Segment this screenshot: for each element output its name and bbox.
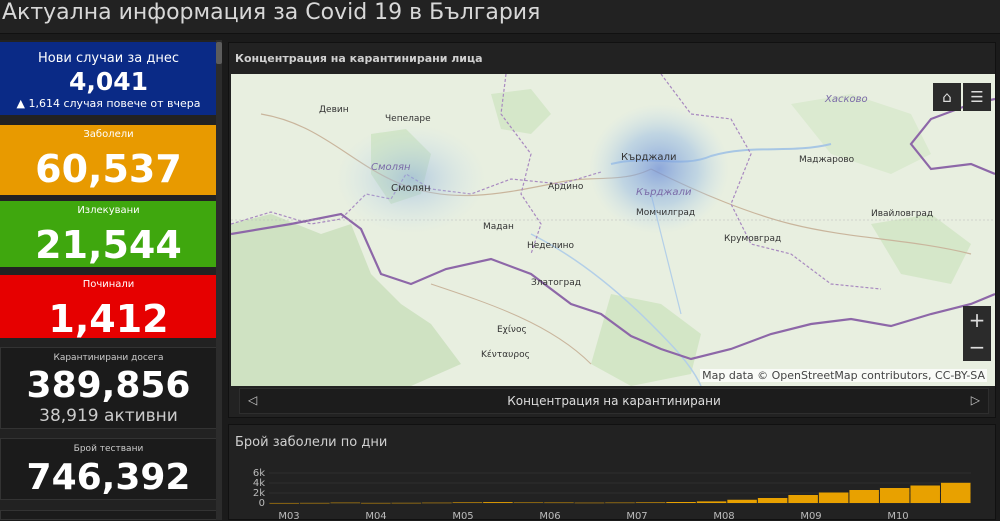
chart-bar[interactable] (788, 495, 818, 503)
chart-bar[interactable] (574, 502, 605, 504)
place-ardino: Ардино (548, 182, 584, 192)
place-momchilgrad: Момчилград (636, 208, 695, 218)
chart-bar[interactable] (940, 482, 971, 503)
carousel-next-icon[interactable]: ▷ (971, 393, 980, 407)
new-cases-value: 4,041 (68, 67, 149, 96)
chart-bar[interactable] (391, 502, 422, 504)
place-madzharovo: Маджарово (799, 155, 855, 165)
daily-chart[interactable]: 6k4k2k0 M03 M04 M05 M06 M07 M08 M09 M10 (229, 425, 997, 521)
place-zlatograd: Златоград (531, 278, 581, 288)
quarantined-value: 389,856 (26, 365, 191, 406)
zoom-out-button[interactable]: − (963, 333, 991, 361)
chart-bar[interactable] (300, 502, 330, 504)
infected-value: 60,537 (35, 147, 182, 191)
tests-value: 746,392 (26, 457, 191, 498)
deaths-label: Починали (82, 279, 135, 290)
map-carousel: ◁ Концентрация на карантинирани ▷ (239, 388, 989, 414)
new-cases-change: ▲ 1,614 случая повече от вчера (16, 97, 201, 110)
chart-bar[interactable] (849, 490, 879, 503)
chart-bar[interactable] (666, 502, 696, 503)
place-krumovgrad: Крумовград (724, 234, 781, 244)
daily-chart-panel: Брой заболели по дни 6k 4k 2k 0 M03 M04 M05 M0… (228, 424, 997, 521)
sidebar[interactable]: Нови случаи за днес 4,041 ▲ 1,614 случая… (0, 40, 222, 520)
chart-bar[interactable] (605, 502, 635, 504)
place-madan: Мадан (483, 222, 514, 232)
place-smolyan: Смолян (391, 183, 431, 194)
new-cases-label: Нови случаи за днес (38, 51, 179, 66)
chart-bar[interactable] (544, 502, 574, 504)
chart-bar[interactable] (330, 502, 361, 504)
map-canvas: Девин Чепеларе Смолян Смолян Ардино Кърд… (231, 74, 995, 386)
title-bar: Актуална информация за Covid 19 в Българ… (0, 0, 1000, 34)
map-home-button[interactable]: ⌂ (933, 83, 961, 111)
chart-bar[interactable] (483, 502, 513, 503)
more-card (0, 510, 217, 520)
place-kardzhali-region: Кърджали (636, 187, 692, 198)
place-chepelare: Чепеларе (385, 114, 431, 124)
tests-label: Брой тествани (73, 444, 144, 454)
quarantined-card: Карантинирани досега 389,856 38,919 акти… (0, 347, 217, 429)
place-nedelino: Неделино (527, 241, 575, 251)
carousel-caption: Концентрация на карантинирани (507, 394, 721, 408)
page-title: Актуална информация за Covid 19 в Българ… (2, 0, 541, 25)
place-kardzhali: Кърджали (621, 152, 676, 163)
map-view[interactable]: Девин Чепеларе Смолян Смолян Ардино Кърд… (231, 74, 995, 386)
sidebar-scrollbar-thumb[interactable] (216, 42, 222, 64)
map-title: Концентрация на карантинирани лица (235, 52, 483, 65)
place-echinos: Εχίνος (497, 325, 527, 335)
quarantined-label: Карантинирани досега (53, 353, 164, 363)
sidebar-scrollbar[interactable] (216, 40, 222, 520)
chart-bar[interactable] (757, 498, 788, 503)
chart-bar[interactable] (513, 502, 544, 504)
deaths-value: 1,412 (48, 297, 169, 338)
list-icon: ☰ (970, 88, 984, 106)
map-attribution[interactable]: Map data © OpenStreetMap contributors, C… (700, 369, 987, 382)
quarantined-active: 38,919 активни (39, 406, 178, 426)
recovered-value: 21,544 (35, 223, 182, 267)
chart-bar[interactable] (269, 502, 300, 504)
recovered-label: Излекувани (77, 205, 140, 216)
chart-bar[interactable] (361, 502, 391, 504)
chart-bar[interactable] (727, 499, 757, 503)
recovered-card: Излекувани 21,544 (0, 201, 217, 267)
chart-bar[interactable] (696, 501, 727, 503)
place-ivaylovgrad: Ивайловград (871, 209, 933, 219)
chart-bar[interactable] (452, 502, 483, 503)
deaths-card: Починали 1,412 (0, 275, 217, 338)
y-tick-label: 0 (259, 498, 265, 509)
place-devin: Девин (319, 105, 349, 115)
chart-bar[interactable] (910, 485, 940, 504)
home-icon: ⌂ (942, 88, 952, 106)
new-cases-card: Нови случаи за днес 4,041 ▲ 1,614 случая… (0, 42, 217, 115)
chart-bar[interactable] (635, 502, 666, 503)
chart-bar[interactable] (422, 502, 452, 504)
infected-label: Заболели (83, 129, 134, 140)
chart-bar[interactable] (879, 488, 910, 503)
place-haskovo: Хасково (824, 94, 868, 105)
map-panel: Концентрация на карантинирани лица Девин… (228, 42, 996, 418)
place-smolyan-region: Смолян (371, 162, 411, 173)
infected-card: Заболели 60,537 (0, 125, 217, 195)
zoom-in-button[interactable]: + (963, 306, 991, 334)
place-kentavros: Κένταυρος (481, 349, 530, 360)
map-legend-button[interactable]: ☰ (963, 83, 991, 111)
tests-card: Брой тествани 746,392 (0, 438, 217, 500)
chart-bar[interactable] (818, 492, 849, 504)
